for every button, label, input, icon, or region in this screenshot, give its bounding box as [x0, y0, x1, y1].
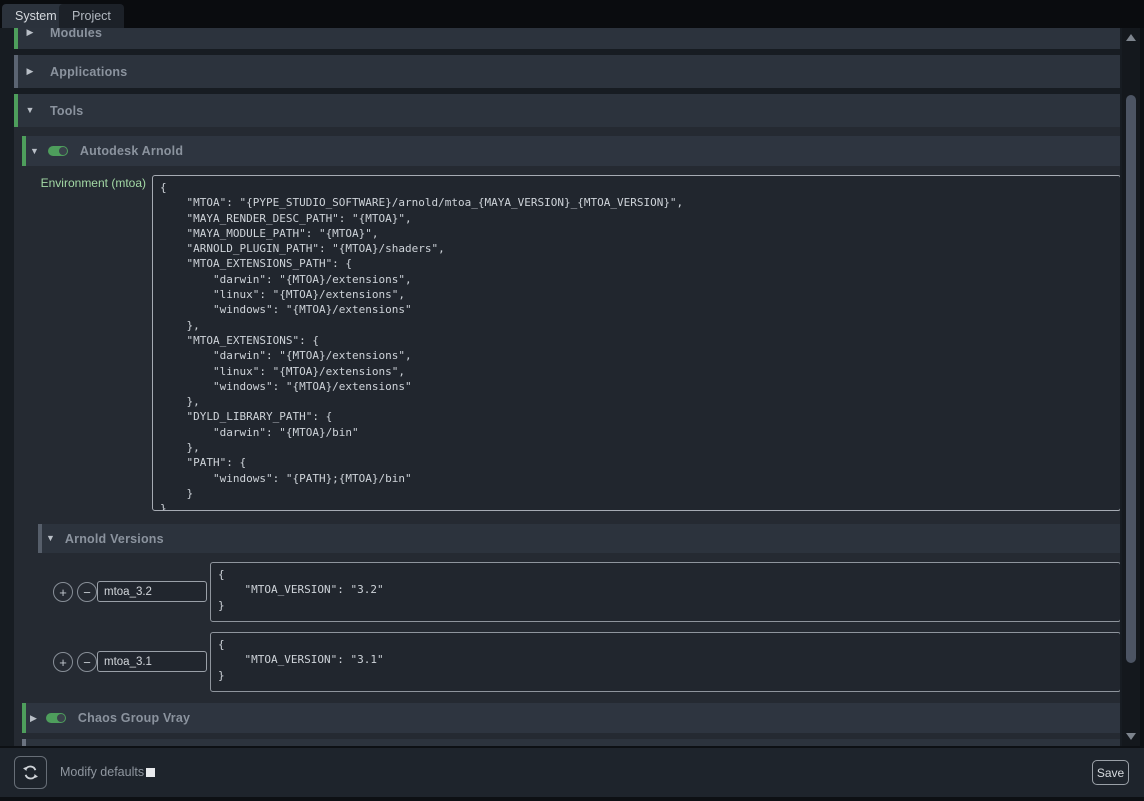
version-value-textarea[interactable]: { "MTOA_VERSION": "3.2" }: [210, 562, 1120, 622]
environment-mtoa-label: Environment (mtoa): [16, 176, 146, 190]
refresh-button[interactable]: [14, 756, 47, 789]
scrollbar-thumb[interactable]: [1126, 95, 1136, 663]
modify-defaults-checkbox[interactable]: [146, 768, 155, 777]
collapse-open-icon: ▼: [24, 106, 36, 115]
section-title: Applications: [50, 65, 127, 79]
modify-defaults-label: Modify defaults: [60, 748, 144, 797]
section-row-modules[interactable]: ▶ Modules: [14, 28, 1120, 49]
section-row-tools[interactable]: ▼ Tools: [14, 94, 1120, 127]
toggle-knob: [57, 714, 65, 722]
arnold-enabled-toggle[interactable]: [48, 146, 68, 156]
collapse-closed-icon: ▶: [30, 714, 37, 723]
group-title: Autodesk Arnold: [80, 144, 183, 158]
environment-mtoa-textarea[interactable]: { "MTOA": "{PYPE_STUDIO_SOFTWARE}/arnold…: [152, 175, 1120, 511]
vray-enabled-toggle[interactable]: [46, 713, 66, 723]
save-button[interactable]: Save: [1092, 760, 1129, 785]
vertical-scrollbar[interactable]: [1122, 28, 1140, 746]
section-title: Modules: [50, 28, 102, 40]
scroll-up-icon[interactable]: [1126, 34, 1136, 41]
collapse-closed-icon: ▶: [24, 28, 36, 37]
remove-item-button[interactable]: −: [77, 652, 97, 672]
group-title: Arnold Versions: [65, 532, 164, 546]
section-title: Tools: [50, 104, 83, 118]
remove-item-button[interactable]: −: [77, 582, 97, 602]
footer-bar: Modify defaults Save: [0, 748, 1144, 797]
toggle-knob: [59, 147, 67, 155]
version-key-input[interactable]: [97, 581, 207, 602]
group-title: Chaos Group Vray: [78, 711, 190, 725]
tab-bar: System Project: [0, 0, 1144, 28]
section-row-applications[interactable]: ▶ Applications: [14, 55, 1120, 88]
settings-scroll-area: ▶ Modules ▶ Applications ▼ Tools ▼ Autod…: [0, 28, 1122, 746]
version-key-input[interactable]: [97, 651, 207, 672]
scroll-down-icon[interactable]: [1126, 733, 1136, 740]
collapse-open-icon: ▼: [46, 534, 55, 543]
add-item-button[interactable]: +: [53, 652, 73, 672]
tab-project[interactable]: Project: [59, 4, 124, 28]
collapse-open-icon: ▼: [30, 147, 39, 156]
refresh-icon: [22, 764, 39, 781]
collapse-closed-icon: ▶: [24, 67, 36, 76]
version-value-textarea[interactable]: { "MTOA_VERSION": "3.1" }: [210, 632, 1120, 692]
tools-section-body: ▼ Autodesk Arnold Environment (mtoa) { "…: [14, 127, 1120, 746]
group-row-chaos-group-vray[interactable]: ▶ Chaos Group Vray: [22, 703, 1120, 733]
group-row-arnold-versions[interactable]: ▼ Arnold Versions: [38, 524, 1120, 553]
group-row-autodesk-arnold[interactable]: ▼ Autodesk Arnold: [22, 136, 1120, 166]
partially-visible-section-row[interactable]: [22, 739, 1120, 746]
add-item-button[interactable]: +: [53, 582, 73, 602]
